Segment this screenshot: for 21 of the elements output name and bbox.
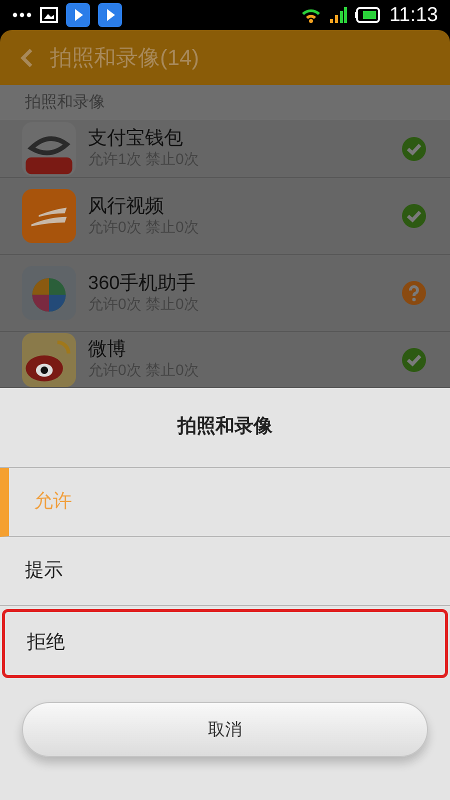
app-name: 风行视频 (88, 194, 165, 218)
sheet-option[interactable]: 允许 (0, 468, 450, 537)
sheet-option[interactable]: 提示 (0, 537, 450, 606)
play-icon (66, 3, 90, 27)
image-icon (40, 7, 58, 23)
app-name: 微博 (88, 338, 127, 362)
wifi-icon (301, 7, 322, 23)
battery-icon (355, 7, 382, 23)
app-icon (22, 266, 76, 320)
cancel-button[interactable]: 取消 (22, 702, 428, 757)
back-icon[interactable] (20, 46, 34, 68)
status-time: 11:13 (389, 3, 438, 28)
play-icon (98, 3, 122, 27)
app-name: 360手机助手 (88, 272, 197, 296)
signal-icon (329, 7, 348, 23)
sheet-option[interactable]: 拒绝 (2, 609, 448, 678)
app-icon (22, 189, 76, 243)
app-name: 支付宝钱包 (88, 127, 184, 151)
more-icon (12, 12, 32, 18)
header-title: 拍照和录像(14) (50, 44, 200, 72)
sheet-title: 拍照和录像 (178, 414, 272, 440)
